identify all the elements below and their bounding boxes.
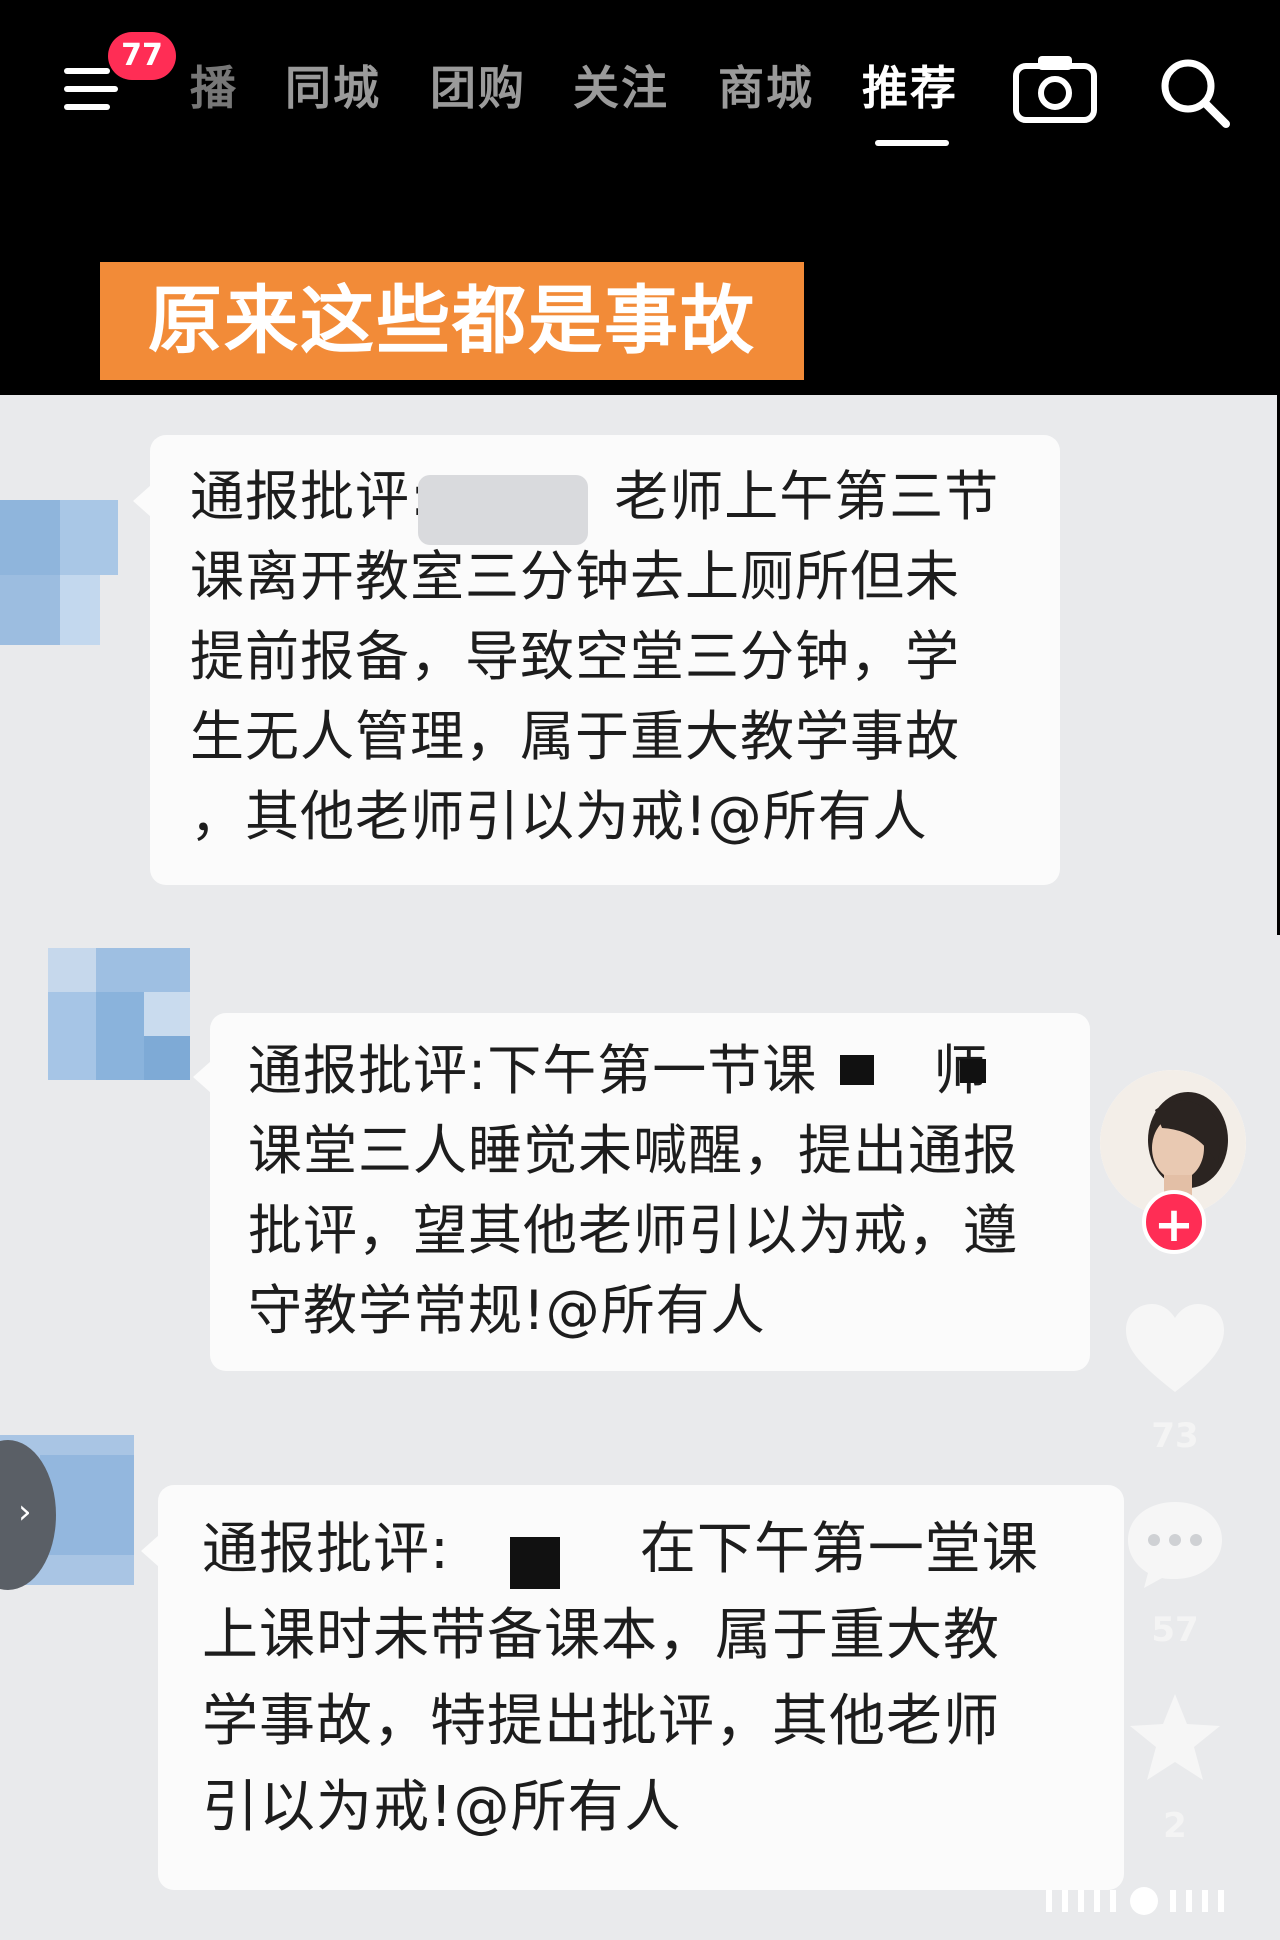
message-bubble: 通报批评:下午第一节课师 课堂三人睡觉未喊醒，提出通报 批评，望其他老师引以为戒…: [193, 1013, 1090, 1371]
message-line: 批评，望其他老师引以为戒，遵: [248, 1199, 1018, 1262]
message-line: 通报批评:: [190, 465, 430, 528]
heart-icon[interactable]: [1122, 1300, 1228, 1398]
chevron-right-icon: ›: [18, 1492, 32, 1532]
message-bubble: 通报批评: 老师上午第三节 课离开教室三分钟去上厕所但未 提前报备，导致空堂三分钟…: [133, 435, 1060, 885]
message-line: 上课时未带备课本，属于重大教: [202, 1603, 1000, 1668]
tab-live[interactable]: 播: [190, 58, 238, 118]
message-line: 守教学常规!@所有人: [248, 1279, 766, 1342]
message-bubble: 通报批评: 在下午第一堂课 上课时未带备课本，属于重大教 学事故，特提出批评，其他…: [141, 1485, 1124, 1890]
message-line: ，其他老师引以为戒!@所有人: [190, 785, 928, 848]
favorite-count: 2: [1163, 1806, 1187, 1846]
message-line: 提前报备，导致空堂三分钟，学: [190, 625, 960, 688]
tab-mall[interactable]: 商城: [718, 58, 814, 118]
message-line: 老师上午第三节: [614, 465, 1000, 528]
redaction-mark: [510, 1537, 560, 1589]
message-line: 学事故，特提出批评，其他老师: [202, 1689, 1000, 1754]
video-caption: 原来这些都是事故: [100, 262, 804, 380]
tab-recommend[interactable]: 推荐: [862, 58, 958, 118]
camera-icon[interactable]: [1012, 52, 1098, 124]
message-line: 在下午第一堂课: [639, 1517, 1039, 1582]
sender-avatar: [0, 500, 118, 645]
message-line: 引以为戒!@所有人: [202, 1775, 682, 1840]
follow-button[interactable]: +: [1142, 1190, 1206, 1254]
star-icon[interactable]: [1126, 1690, 1224, 1784]
message-line: 课堂三人睡觉未喊醒，提出通报: [248, 1119, 1018, 1182]
blurred-name: [418, 475, 588, 545]
comment-icon[interactable]: [1124, 1496, 1226, 1592]
active-tab-indicator: [875, 140, 949, 146]
like-count: 73: [1151, 1416, 1199, 1456]
sender-avatar: [48, 948, 190, 1080]
comment-count: 57: [1151, 1610, 1199, 1650]
tab-group-buy[interactable]: 团购: [430, 58, 526, 118]
search-icon[interactable]: [1158, 56, 1232, 130]
top-nav-bar: 77 播 同城 团购 关注 商城 推荐 原来这些都是事故: [0, 0, 1280, 395]
redaction-mark: [960, 1059, 986, 1083]
message-line: 通报批评:: [202, 1517, 450, 1582]
chat-screenshot: 通报批评: 老师上午第三节 课离开教室三分钟去上厕所但未 提前报备，导致空堂三分钟…: [0, 395, 1280, 1940]
notification-badge: 77: [108, 32, 176, 80]
message-line: 课离开教室三分钟去上厕所但未: [190, 545, 960, 608]
tab-nearby[interactable]: 同城: [285, 58, 381, 118]
redaction-mark: [840, 1055, 874, 1085]
message-line: 通报批评:下午第一节课: [248, 1039, 818, 1102]
message-line: 生无人管理，属于重大教学事故: [190, 705, 960, 768]
tab-following[interactable]: 关注: [573, 58, 669, 118]
progress-indicator-icon: [1046, 1887, 1224, 1915]
